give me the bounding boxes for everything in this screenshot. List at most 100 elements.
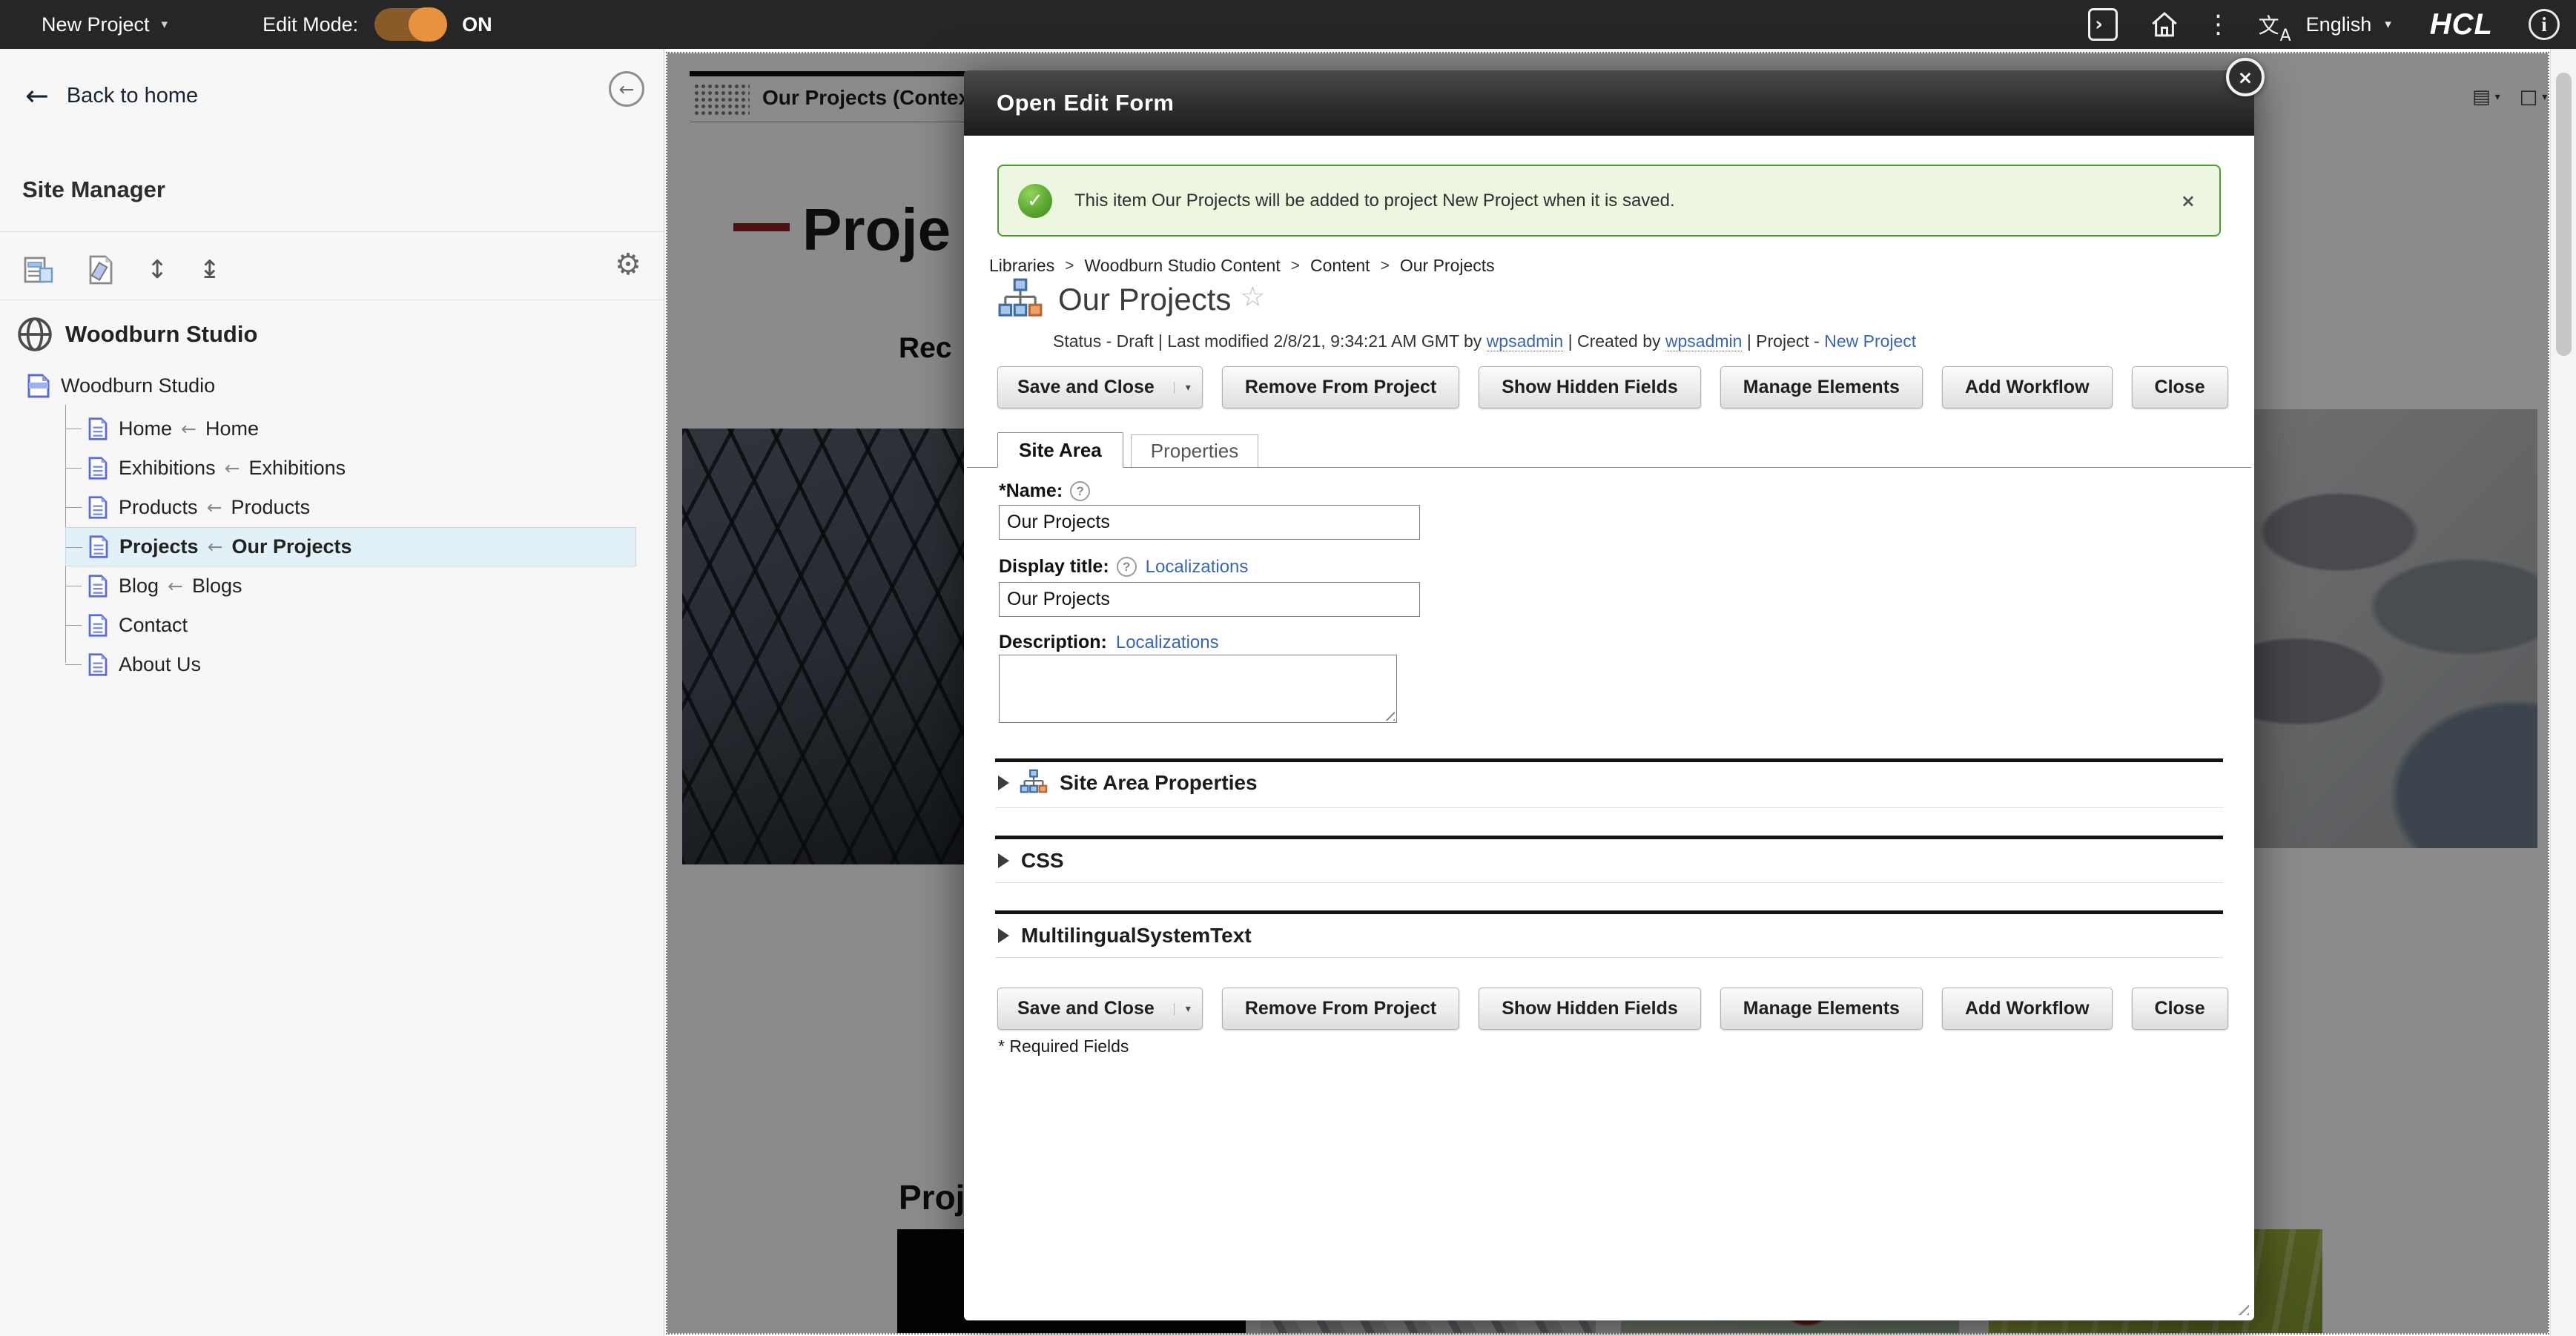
gear-icon[interactable]: ⚙ [615,248,641,282]
new-site-area-icon[interactable] [22,254,55,286]
section-css[interactable]: CSS [995,842,2223,879]
item-status-line: Status - Draft | Last modified 2/8/21, 9… [1053,331,1916,351]
tree-item-label: Home [119,417,172,440]
globe-icon [16,316,53,353]
language-selector[interactable]: English [2306,13,2372,36]
dialog-title: Open Edit Form [997,90,1175,116]
divider [995,807,2223,808]
scrollbar-thumb[interactable] [2556,73,2572,356]
mapping-arrow-icon: ← [168,575,183,597]
more-options-icon[interactable]: ⋮ [2211,10,2226,39]
tab-properties[interactable]: Properties [1131,434,1259,467]
dialog-header[interactable]: Open Edit Form [964,70,2254,136]
tree-item-label: Exhibitions [119,457,216,480]
description-textarea[interactable] [999,655,1397,723]
tree-item-home[interactable]: Home ← Home [65,409,636,449]
expand-triangle-icon [998,928,1009,943]
breadcrumb-separator: > [1065,257,1074,275]
page-icon [87,417,108,441]
language-icon-glyph: 文 [2259,10,2279,39]
language-icon[interactable]: 文 A [2259,10,2279,39]
name-input[interactable] [999,505,1420,540]
save-options-chevron-icon[interactable]: ▾ [1174,382,1202,394]
tree-item-projects-selected[interactable]: Projects ← Our Projects [65,527,636,566]
project-selector[interactable]: New Project ▾ [42,13,168,36]
site-tree: Home ← Home Exhibitions ← Exhibitions Pr… [65,409,636,684]
tree-item-blog[interactable]: Blog ← Blogs [65,566,636,606]
tree-root-item[interactable]: Woodburn Studio [27,372,215,399]
divider [0,231,664,232]
tree-item-mapped: Our Projects [232,535,352,558]
collapse-panel-icon[interactable]: ← [609,71,644,107]
info-icon[interactable]: i [2529,9,2560,40]
back-to-home-label: Back to home [67,84,198,108]
divider [995,882,2223,883]
action-toolbar-top: Save and Close ▾ Remove From Project Sho… [997,366,2228,409]
display-title-input[interactable] [999,582,1420,617]
add-workflow-button[interactable]: Add Workflow [1942,366,2113,409]
mapping-arrow-icon: ← [225,457,240,479]
tree-item-contact[interactable]: Contact [65,606,636,645]
section-multilingual-system-text[interactable]: MultilingualSystemText [995,917,2223,954]
save-options-chevron-icon[interactable]: ▾ [1174,1003,1202,1015]
created-by-link[interactable]: wpsadmin [1665,331,1743,351]
dialog-close-icon[interactable]: × [2226,58,2265,96]
mapping-arrow-icon: ← [207,497,222,518]
breadcrumb-separator: > [1291,257,1300,275]
page-scrollbar[interactable] [2550,49,2576,1336]
display-title-localizations-link[interactable]: Localizations [1146,557,1249,578]
remove-from-project-button[interactable]: Remove From Project [1222,366,1459,409]
language-chevron-icon[interactable]: ▾ [2385,17,2391,32]
display-title-help-icon[interactable]: ? [1117,557,1137,577]
expand-all-icon[interactable]: ↕ [147,255,168,285]
save-and-close-button[interactable]: Save and Close ▾ [997,988,1203,1030]
expand-triangle-icon [998,776,1009,790]
page-icon [87,574,108,598]
chevron-down-icon: ▾ [162,17,168,32]
modified-by-link[interactable]: wpsadmin [1487,331,1564,351]
breadcrumb-content[interactable]: Content [1310,256,1370,276]
breadcrumb: Libraries > Woodburn Studio Content > Co… [989,256,1495,276]
description-localizations-link[interactable]: Localizations [1116,632,1219,653]
manage-elements-button[interactable]: Manage Elements [1720,366,1923,409]
add-workflow-button[interactable]: Add Workflow [1942,988,2113,1030]
save-and-close-label: Save and Close [998,998,1174,1019]
collapse-all-icon[interactable]: ↨ [199,255,221,285]
success-alert: ✓ This item Our Projects will be added t… [997,165,2221,237]
section-divider [995,910,2223,914]
tree-item-about-us[interactable]: About Us [65,645,636,684]
expand-triangle-icon [998,853,1009,868]
project-link[interactable]: New Project [1824,331,1916,351]
show-hidden-fields-button[interactable]: Show Hidden Fields [1479,988,1701,1030]
tree-item-products[interactable]: Products ← Products [65,488,636,527]
name-help-icon[interactable]: ? [1070,481,1090,501]
page-icon [87,652,108,677]
section-site-area-properties[interactable]: Site Area Properties [995,764,2223,801]
tree-item-label: Products [119,496,198,519]
language-icon-sub: A [2280,27,2291,45]
tree-item-label: Contact [119,614,188,637]
close-button[interactable]: Close [2132,366,2228,409]
show-hidden-fields-button[interactable]: Show Hidden Fields [1479,366,1701,409]
remove-from-project-button[interactable]: Remove From Project [1222,988,1459,1030]
favorite-star-icon[interactable]: ☆ [1240,277,1265,317]
edit-content-icon[interactable] [86,254,116,286]
manage-elements-button[interactable]: Manage Elements [1720,988,1923,1030]
breadcrumb-library[interactable]: Woodburn Studio Content [1084,256,1280,276]
description-field-wrap [999,655,1397,723]
applications-panel-icon[interactable]: › [2088,8,2118,41]
home-icon[interactable] [2149,9,2180,40]
save-and-close-button[interactable]: Save and Close ▾ [997,366,1203,409]
dialog-resize-grip[interactable] [2234,1300,2249,1315]
toggle-knob [409,7,447,42]
breadcrumb-libraries[interactable]: Libraries [989,256,1054,276]
back-to-home-link[interactable]: ← Back to home [25,82,198,110]
edit-mode-toggle[interactable] [374,8,446,41]
tab-site-area[interactable]: Site Area [997,432,1123,468]
close-button[interactable]: Close [2132,988,2228,1030]
project-label: | Project - [1747,331,1820,351]
section-divider [995,758,2223,762]
tree-item-exhibitions[interactable]: Exhibitions ← Exhibitions [65,449,636,488]
tree-item-mapped: Blogs [192,575,242,598]
alert-dismiss-icon[interactable]: × [2181,191,2196,211]
